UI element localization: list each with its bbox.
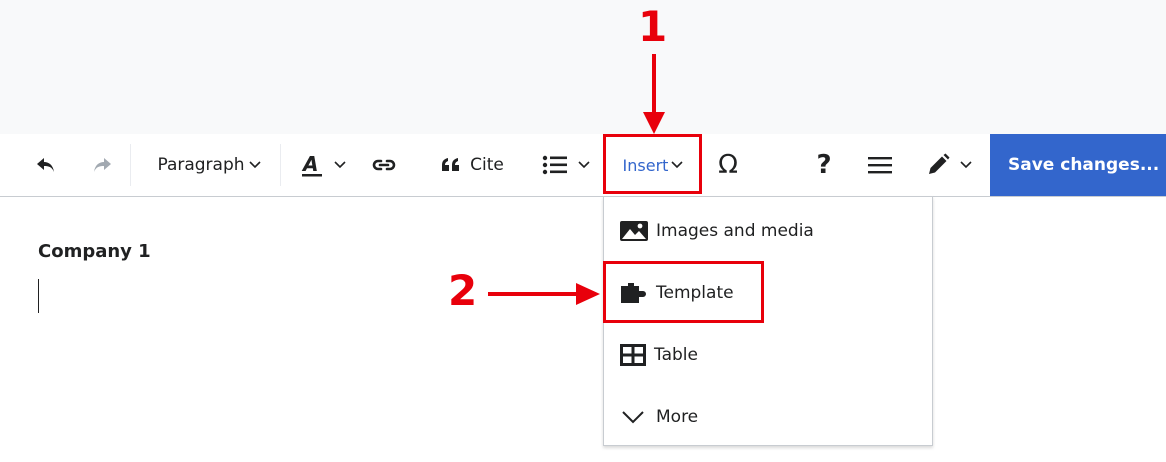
chevron-down-icon [960, 161, 972, 169]
table-icon [620, 344, 646, 366]
text-style-icon: A [301, 153, 322, 177]
help-icon: ? [816, 150, 832, 180]
text-style-dropdown[interactable]: A [294, 134, 352, 196]
template-highlight-box [603, 261, 764, 323]
chevron-down-icon [622, 411, 644, 424]
menu-item-table[interactable]: Table [620, 337, 698, 373]
redo-arrow-icon [94, 158, 111, 172]
content-heading: Company 1 [38, 241, 151, 262]
chevron-down-icon [248, 161, 261, 169]
paragraph-label: Paragraph [157, 155, 245, 175]
link-icon [372, 159, 396, 171]
chevron-down-icon [334, 161, 346, 169]
special-character-button[interactable]: Ω [708, 134, 748, 196]
toolbar-separator [280, 144, 281, 186]
menu-item-label: Images and media [656, 221, 814, 241]
toolbar-separator [130, 144, 131, 186]
omega-icon: Ω [718, 150, 738, 180]
cite-label: Cite [470, 155, 504, 175]
menu-item-label: More [656, 407, 699, 427]
screenshot-stage: Paragraph A Cite Insert Ω ? Save changes… [0, 0, 1166, 462]
svg-text:A: A [301, 153, 318, 176]
image-icon [620, 221, 648, 241]
edit-mode-dropdown[interactable] [918, 134, 980, 196]
text-cursor [38, 279, 39, 313]
paragraph-dropdown[interactable]: Paragraph [146, 134, 272, 196]
help-button[interactable]: ? [806, 134, 842, 196]
menu-item-images-and-media[interactable]: Images and media [620, 213, 814, 249]
step-1-label: 1 [638, 2, 668, 51]
list-dropdown[interactable] [536, 134, 596, 196]
undo-button[interactable] [28, 134, 64, 196]
step-2-arrow [488, 283, 600, 305]
menu-item-more[interactable]: More [620, 399, 698, 435]
save-changes-label: Save changes... [1008, 155, 1160, 175]
bullet-list-icon [542, 155, 567, 175]
save-changes-button[interactable]: Save changes... [990, 134, 1166, 196]
insert-highlight-box [603, 134, 702, 194]
quote-icon [442, 158, 460, 171]
link-button[interactable] [366, 134, 402, 196]
cite-button[interactable]: Cite [430, 134, 514, 196]
pencil-icon [929, 153, 950, 174]
redo-button[interactable] [84, 134, 120, 196]
undo-arrow-icon [37, 158, 54, 172]
step-2-label: 2 [448, 266, 478, 315]
menu-item-label: Table [654, 345, 698, 365]
menu-icon [868, 157, 892, 174]
editor-toolbar: Paragraph A Cite Insert Ω ? Save changes… [0, 134, 1166, 197]
step-1-arrow [643, 54, 665, 134]
page-options-button[interactable] [860, 134, 900, 196]
chevron-down-icon [578, 161, 590, 169]
editor-content[interactable]: Company 1 [0, 197, 1166, 462]
